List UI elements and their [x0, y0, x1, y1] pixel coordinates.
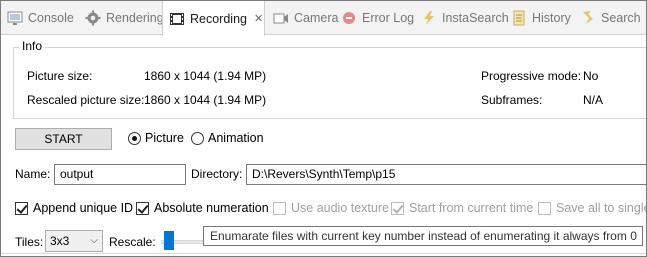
- instasearch-icon: [424, 11, 434, 25]
- checkbox-checked: [136, 201, 149, 215]
- tab-rendering[interactable]: Rendering: [79, 1, 164, 35]
- subframes-value: N/A: [583, 93, 604, 107]
- subframes-label: Subframes:: [481, 93, 543, 107]
- monitor-icon: [7, 11, 23, 25]
- name-input[interactable]: output: [54, 164, 186, 185]
- tab-label: Rendering: [106, 11, 164, 25]
- picture-size-label: Picture size:: [27, 69, 93, 83]
- tab-history[interactable]: History: [505, 1, 571, 35]
- tab-instasearch[interactable]: InstaSearch: [415, 1, 509, 35]
- chevron-down-icon: ⌵: [90, 235, 98, 246]
- animation-radio-label: Animation: [208, 131, 264, 145]
- tab-console[interactable]: Console: [1, 1, 74, 35]
- gear-icon: [85, 10, 101, 26]
- animation-radio[interactable]: Animation: [191, 131, 264, 145]
- picture-radio[interactable]: Picture: [128, 131, 184, 145]
- tab-label: Recording: [190, 11, 247, 26]
- save-all-to-single-label: Save all to single E: [556, 201, 646, 215]
- tab-camera[interactable]: Camera: [267, 1, 338, 35]
- start-from-current-time-label: Start from current time: [409, 201, 534, 215]
- rescaled-size-label: Rescaled picture size:: [27, 93, 145, 107]
- start-button[interactable]: START: [15, 128, 112, 150]
- start-from-current-time-checkbox[interactable]: Start from current time: [391, 201, 533, 215]
- tiles-select-value: 3x3: [50, 234, 70, 248]
- tab-label: Camera: [294, 11, 339, 25]
- name-label: Name:: [15, 167, 51, 181]
- rescale-slider-thumb[interactable]: [164, 231, 174, 250]
- tab-label: History: [532, 11, 571, 25]
- picture-radio-label: Picture: [145, 131, 184, 145]
- tooltip: Enumarate files with current key number …: [203, 226, 643, 246]
- absolute-numeration-label: Absolute numeration: [154, 201, 269, 215]
- checkbox-unchecked: [273, 201, 286, 215]
- directory-input[interactable]: D:\Revers\Synth\Temp\p15: [246, 164, 646, 185]
- error-log-icon: [343, 12, 355, 24]
- rescaled-size-value: 1860 x 1044 (1.94 MP): [144, 93, 267, 107]
- checkbox-checked: [15, 201, 28, 215]
- tab-error-log[interactable]: Error Log: [335, 1, 414, 35]
- progressive-mode-label: Progressive mode:: [481, 69, 582, 83]
- tab-search[interactable]: Search: [574, 1, 641, 35]
- tab-label: InstaSearch: [442, 11, 509, 25]
- tab-label: Error Log: [362, 11, 415, 25]
- info-legend: Info: [19, 39, 46, 53]
- radio-unselected-indicator: [191, 131, 204, 145]
- search-icon: [583, 11, 593, 24]
- tab-label: Search: [601, 11, 641, 25]
- camera-icon: [273, 13, 288, 24]
- directory-label: Directory:: [191, 167, 243, 181]
- tab-recording[interactable]: Recording ✕: [162, 1, 265, 36]
- checkbox-checked: [391, 201, 404, 215]
- tab-label: Console: [28, 11, 74, 25]
- save-all-to-single-checkbox[interactable]: Save all to single E: [538, 201, 646, 215]
- tiles-label: Tiles:: [15, 235, 44, 249]
- divider: [1, 253, 646, 254]
- use-audio-texture-label: Use audio texture: [291, 201, 389, 215]
- append-unique-id-label: Append unique ID: [33, 201, 134, 215]
- rescale-label: Rescale:: [109, 235, 156, 249]
- radio-selected-indicator: [128, 131, 141, 145]
- recording-panel: Console Rendering Recording ✕ Camera Err…: [0, 0, 647, 257]
- close-tab-icon[interactable]: ✕: [254, 12, 263, 25]
- tiles-select[interactable]: 3x3 ⌵: [45, 230, 103, 252]
- picture-size-value: 1860 x 1044 (1.94 MP): [144, 69, 267, 83]
- info-group: [13, 47, 646, 119]
- absolute-numeration-checkbox[interactable]: Absolute numeration: [136, 201, 269, 215]
- history-icon: [513, 10, 525, 26]
- use-audio-texture-checkbox[interactable]: Use audio texture: [273, 201, 389, 215]
- append-unique-id-checkbox[interactable]: Append unique ID: [15, 201, 133, 215]
- checkbox-unchecked: [538, 201, 551, 215]
- film-icon: [170, 12, 184, 25]
- progressive-mode-value: No: [583, 69, 599, 83]
- tab-bar: Console Rendering Recording ✕ Camera Err…: [1, 1, 646, 36]
